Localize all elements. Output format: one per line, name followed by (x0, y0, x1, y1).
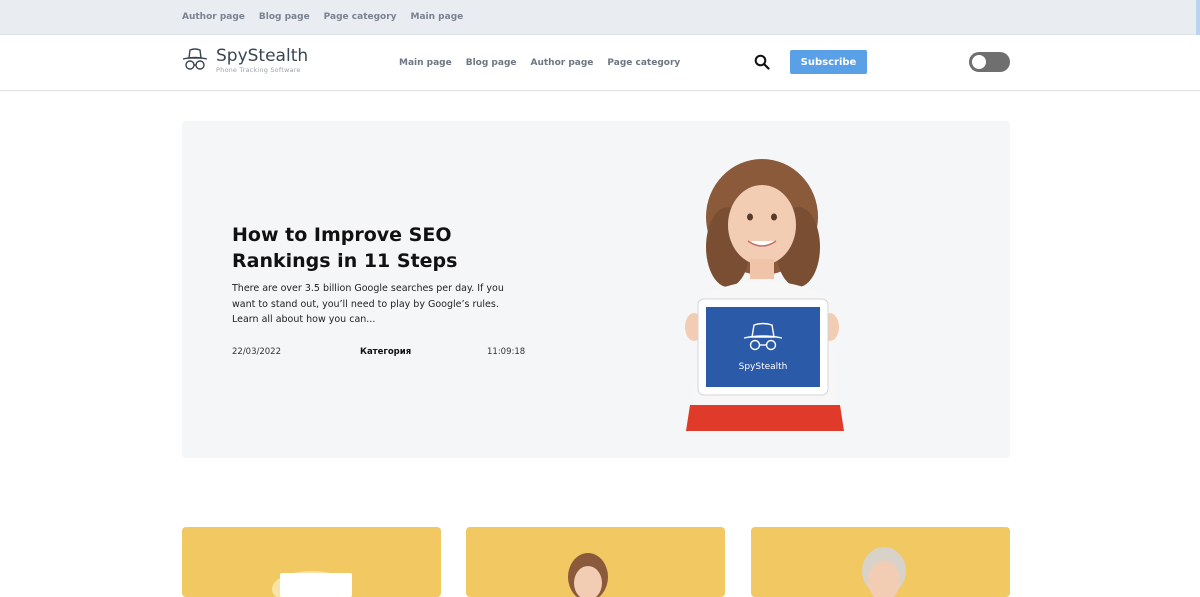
card-image (862, 547, 906, 597)
top-bar: Author page Blog page Page category Main… (0, 0, 1200, 35)
nav-category[interactable]: Page category (607, 58, 680, 68)
card-image (272, 571, 352, 597)
post-time: 11:09:18 (487, 347, 526, 357)
top-link-author[interactable]: Author page (182, 12, 245, 22)
post-cards (182, 527, 1010, 597)
card-image (568, 553, 608, 597)
post-card[interactable] (182, 527, 441, 597)
post-date: 22/03/2022 (232, 347, 281, 357)
hero-image: SpyStealth (685, 159, 844, 431)
nav-blog[interactable]: Blog page (466, 58, 517, 68)
post-category[interactable]: Категория (360, 347, 411, 357)
site-header: SpyStealth Phone Tracking Software Main … (0, 35, 1200, 91)
logo-name: SpyStealth (216, 46, 309, 66)
top-link-blog[interactable]: Blog page (259, 12, 310, 22)
nav-main[interactable]: Main page (399, 58, 452, 68)
top-links: Author page Blog page Page category Main… (182, 12, 463, 22)
post-card[interactable] (751, 527, 1010, 597)
search-icon[interactable] (754, 54, 770, 70)
nav-author[interactable]: Author page (530, 58, 593, 68)
top-link-category[interactable]: Page category (324, 12, 397, 22)
toggle-knob (972, 55, 986, 69)
post-card[interactable] (466, 527, 725, 597)
tablet-caption: SpyStealth (739, 362, 788, 372)
post-excerpt: There are over 3.5 billion Google search… (232, 283, 504, 325)
spy-hat-icon (182, 48, 208, 70)
featured-post[interactable]: How to Improve SEO Rankings in 11 Steps … (182, 121, 1010, 458)
top-link-main[interactable]: Main page (411, 12, 464, 22)
main-nav: Main page Blog page Author page Page cat… (399, 58, 680, 68)
logo-text: SpyStealth Phone Tracking Software (216, 47, 308, 74)
logo-tagline: Phone Tracking Software (216, 66, 301, 74)
post-title[interactable]: How to Improve SEO Rankings in 11 Steps (232, 222, 532, 274)
theme-toggle[interactable] (969, 52, 1010, 72)
subscribe-button[interactable]: Subscribe (790, 50, 867, 74)
logo[interactable]: SpyStealth Phone Tracking Software (182, 47, 308, 75)
